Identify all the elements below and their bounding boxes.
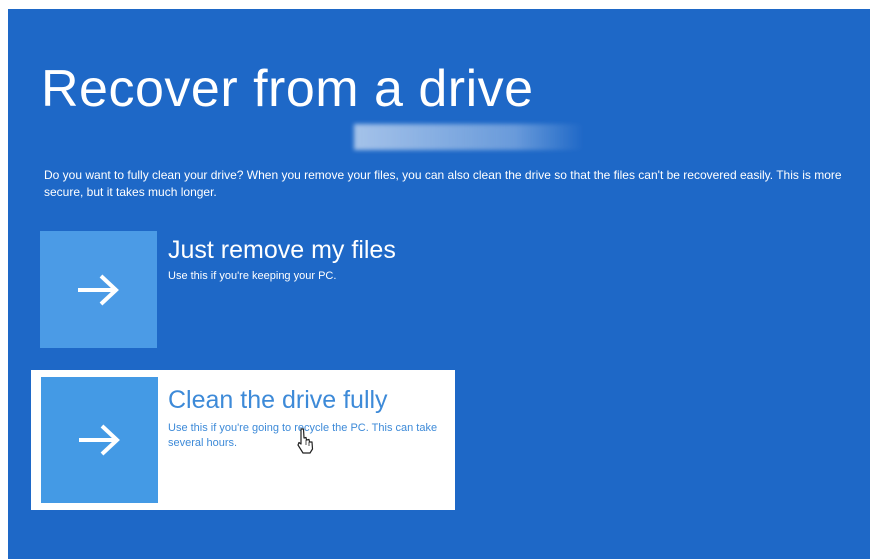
just-remove-my-files-option[interactable]: Just remove my files Use this if you're … [31,226,455,366]
arrow-right-icon [78,424,120,456]
option-title: Clean the drive fully [168,386,388,414]
option-description: Use this if you're keeping your PC. [168,270,337,282]
option-tile [41,377,158,503]
blurred-region [354,124,584,150]
option-tile [40,231,157,348]
option-title: Just remove my files [168,236,396,264]
page-title: Recover from a drive [41,60,534,118]
arrow-right-icon [77,274,119,305]
mouse-pointer-icon [297,428,314,454]
page-description: Do you want to fully clean your drive? W… [44,168,842,199]
clean-the-drive-fully-option[interactable]: Clean the drive fully Use this if you're… [31,370,455,510]
